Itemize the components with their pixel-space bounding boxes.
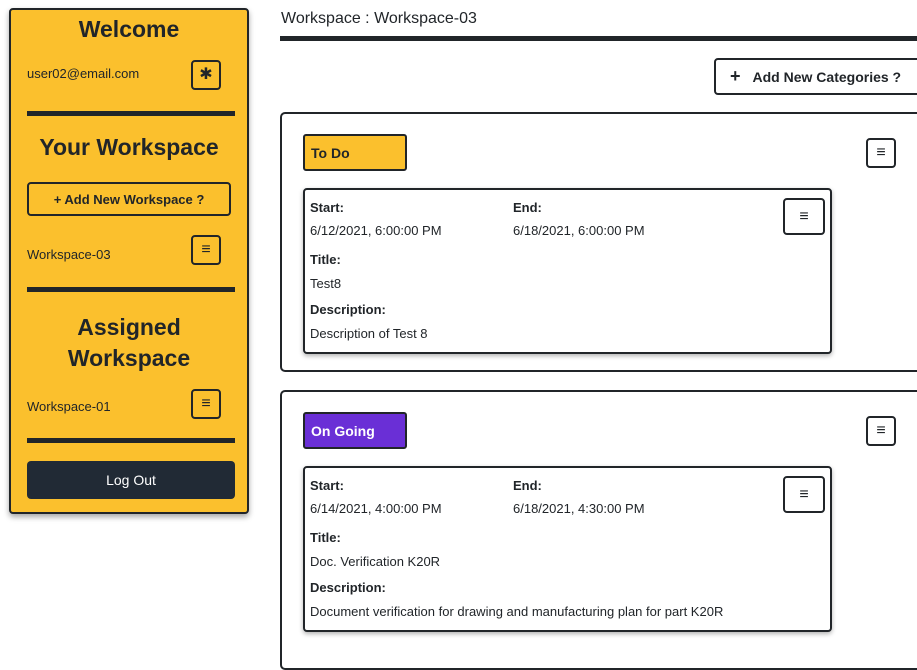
assigned-heading-line2: Workspace [67,345,191,371]
category-card: To Do ≡ ≡ Start: 6/12/2021, 6:00:00 PM E… [280,112,917,372]
header-divider [280,36,917,41]
start-label: Start: [310,200,344,215]
description-value: Description of Test 8 [310,326,428,341]
sidebar-divider [27,111,235,116]
sidebar: Welcome user02@email.com ✱ Your Workspac… [9,8,249,514]
title-value: Test8 [310,276,342,291]
category-badge: On Going [303,412,407,449]
end-label: End: [513,200,542,215]
start-label: Start: [310,478,344,493]
task-card: ≡ Start: 6/14/2021, 4:00:00 PM End: 6/18… [303,466,832,632]
hamburger-icon: ≡ [876,144,886,161]
category-badge: To Do [303,134,407,171]
settings-button[interactable]: ✱ [191,60,221,90]
gear-icon: ✱ [199,66,213,83]
end-value: 6/18/2021, 4:30:00 PM [513,501,645,516]
hamburger-icon: ≡ [201,241,211,258]
title-value: Doc. Verification K20R [310,554,441,569]
category-menu-button[interactable]: ≡ [866,416,896,446]
workspace-item[interactable]: Workspace-03 [27,247,111,262]
your-workspace-heading: Your Workspace [39,134,219,160]
start-value: 6/12/2021, 6:00:00 PM [310,223,442,238]
description-label: Description: [310,302,386,317]
add-category-label: Add New Categories ? [752,68,902,85]
assigned-workspace-menu-button[interactable]: ≡ [191,389,221,419]
task-card: ≡ Start: 6/12/2021, 6:00:00 PM End: 6/18… [303,188,832,354]
task-menu-button[interactable]: ≡ [783,476,825,513]
workspace-menu-button[interactable]: ≡ [191,235,221,265]
end-label: End: [513,478,542,493]
start-value: 6/14/2021, 4:00:00 PM [310,501,442,516]
category-menu-button[interactable]: ≡ [866,138,896,168]
hamburger-icon: ≡ [201,395,211,412]
task-menu-button[interactable]: ≡ [783,198,825,235]
welcome-heading: Welcome [78,16,180,42]
end-value: 6/18/2021, 6:00:00 PM [513,223,645,238]
user-email: user02@email.com [27,66,140,81]
hamburger-icon: ≡ [799,485,809,503]
add-workspace-button[interactable]: + Add New Workspace ? [27,182,231,216]
title-label: Title: [310,530,341,545]
assigned-workspace-heading: Assigned Workspace [11,312,247,374]
assigned-heading-line1: Assigned [77,314,181,340]
add-category-button[interactable]: + Add New Categories ? [714,58,917,95]
plus-icon: + [730,66,741,86]
logout-button[interactable]: Log Out [27,461,235,499]
description-value: Document verification for drawing and ma… [310,604,724,619]
hamburger-icon: ≡ [799,207,809,225]
assigned-workspace-item[interactable]: Workspace-01 [27,399,111,414]
category-card: On Going ≡ ≡ Start: 6/14/2021, 4:00:00 P… [280,390,917,670]
page-title: Workspace : Workspace-03 [281,10,477,27]
sidebar-divider [27,438,235,443]
sidebar-divider [27,287,235,292]
title-label: Title: [310,252,341,267]
hamburger-icon: ≡ [876,422,886,439]
description-label: Description: [310,580,386,595]
